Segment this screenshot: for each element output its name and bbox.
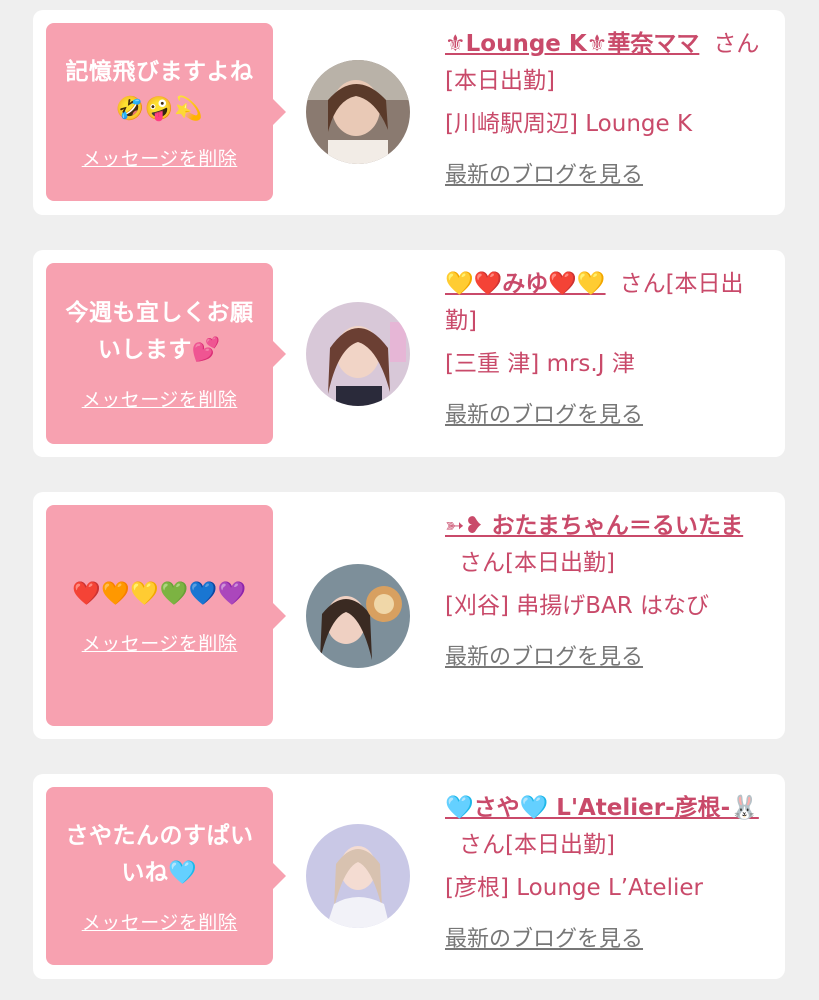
area-text: [三重 津] mrs.J 津 — [445, 351, 635, 377]
message-card: ❤️🧡💛💚💙💜 メッセージを削除 ➳❥ おたまちゃん＝るいたまさん[本日出勤] … — [33, 492, 785, 739]
avatar[interactable] — [306, 60, 410, 164]
delete-message-link[interactable]: メッセージを削除 — [82, 144, 238, 171]
cast-name-link[interactable]: ⚜Lounge K⚜華奈ママ — [445, 31, 699, 57]
area-text: [彦根] Lounge L’Atelier — [445, 875, 703, 901]
message-text: 今週も宜しくお願いします💕 — [65, 300, 254, 363]
delete-message-link[interactable]: メッセージを削除 — [82, 908, 238, 935]
latest-blog-link[interactable]: 最新のブログを見る — [445, 397, 765, 434]
latest-blog-link[interactable]: 最新のブログを見る — [445, 921, 765, 958]
message-list: 記憶飛びますよね🤣🤪💫 メッセージを削除 ⚜Lounge K⚜華奈ママ さん[本日… — [0, 0, 819, 1000]
delete-message-link[interactable]: メッセージを削除 — [82, 385, 238, 412]
message-bubble: 今週も宜しくお願いします💕 メッセージを削除 — [46, 263, 286, 444]
area-text: [刈谷] 串揚げBAR はなび — [445, 593, 710, 619]
delete-message-link[interactable]: メッセージを削除 — [82, 629, 238, 656]
cast-info: 💛❤️みゆ❤️💛 さん[本日出勤] [三重 津] mrs.J 津 最新のブログを見… — [445, 266, 765, 434]
message-text: ❤️🧡💛💚💙💜 — [72, 580, 247, 607]
cast-name-link[interactable]: ➳❥ おたまちゃん＝るいたま — [445, 513, 743, 539]
status-text: さん[本日出勤] — [459, 832, 615, 858]
message-card: さやたんのすぱいいね🩵 メッセージを削除 🩵さや🩵 L'Atelier-彦根-🐰… — [33, 774, 785, 979]
message-bubble: ❤️🧡💛💚💙💜 メッセージを削除 — [46, 505, 286, 726]
status-text: さん[本日出勤] — [459, 550, 615, 576]
avatar[interactable] — [306, 824, 410, 928]
message-card: 今週も宜しくお願いします💕 メッセージを削除 💛❤️みゆ❤️💛 さん[本日出勤] … — [33, 250, 785, 457]
message-bubble: 記憶飛びますよね🤣🤪💫 メッセージを削除 — [46, 23, 286, 201]
cast-name-link[interactable]: 💛❤️みゆ❤️💛 — [445, 271, 606, 297]
avatar[interactable] — [306, 302, 410, 406]
message-text: さやたんのすぱいいね🩵 — [65, 822, 254, 886]
cast-info: ➳❥ おたまちゃん＝るいたまさん[本日出勤] [刈谷] 串揚げBAR はなび 最… — [445, 508, 765, 676]
latest-blog-link[interactable]: 最新のブログを見る — [445, 157, 765, 194]
cast-info: ⚜Lounge K⚜華奈ママ さん[本日出勤] [川崎駅周辺] Lounge K … — [445, 26, 765, 194]
latest-blog-link[interactable]: 最新のブログを見る — [445, 639, 765, 676]
area-text: [川崎駅周辺] Lounge K — [445, 111, 693, 137]
message-bubble: さやたんのすぱいいね🩵 メッセージを削除 — [46, 787, 286, 965]
avatar[interactable] — [306, 564, 410, 668]
message-card: 記憶飛びますよね🤣🤪💫 メッセージを削除 ⚜Lounge K⚜華奈ママ さん[本日… — [33, 10, 785, 215]
cast-name-link[interactable]: 🩵さや🩵 L'Atelier-彦根-🐰 — [445, 795, 759, 821]
cast-info: 🩵さや🩵 L'Atelier-彦根-🐰 さん[本日出勤] [彦根] Lounge … — [445, 790, 765, 958]
message-text: 記憶飛びますよね🤣🤪💫 — [65, 58, 254, 122]
